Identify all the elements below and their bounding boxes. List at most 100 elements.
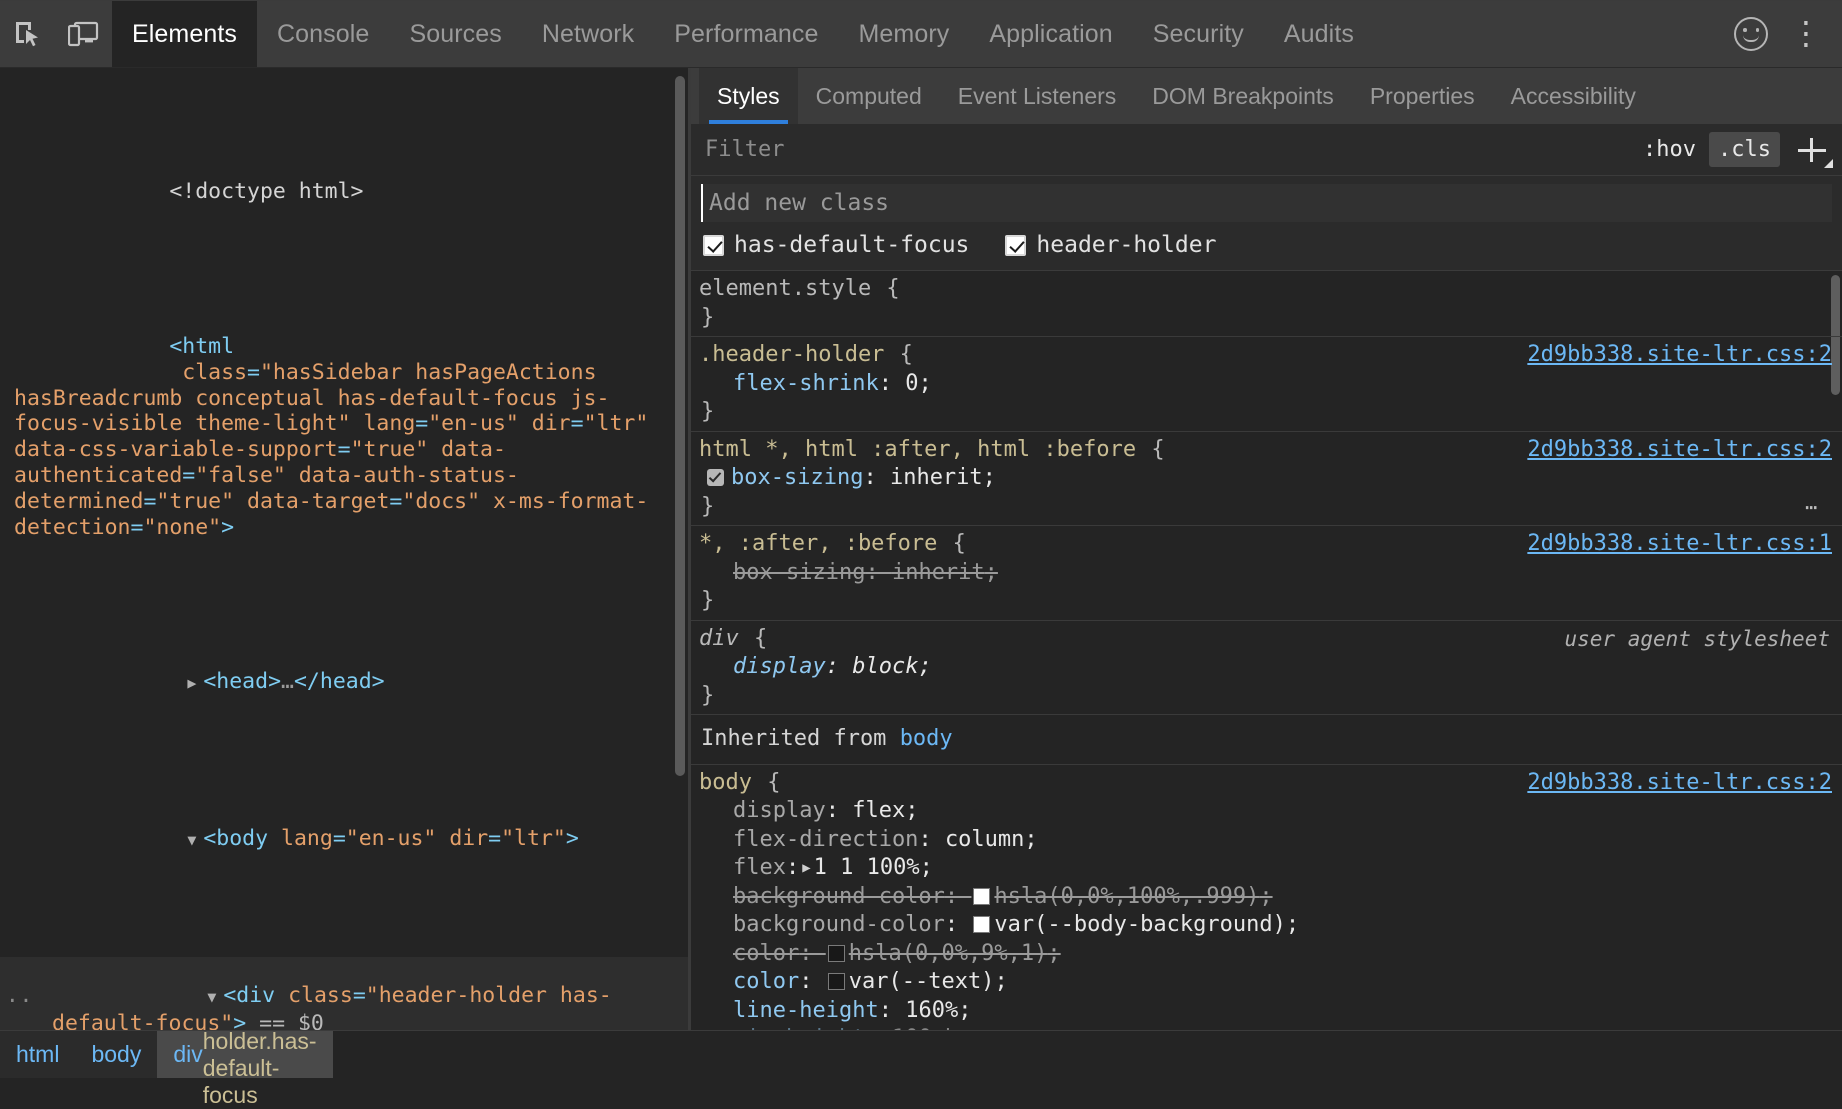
rule-selector[interactable]: .header-holder bbox=[699, 341, 884, 370]
tab-network[interactable]: Network bbox=[522, 1, 654, 67]
more-vertical-icon[interactable]: ⋮ bbox=[1790, 24, 1824, 43]
device-toolbar-icon[interactable] bbox=[56, 1, 112, 67]
rule-source-link[interactable]: 2d9bb338.site-ltr.css:1 bbox=[1527, 530, 1842, 559]
css-declaration[interactable]: flex:▶1 1 100%; bbox=[699, 854, 1842, 883]
inherited-element-link[interactable]: body bbox=[900, 726, 953, 751]
css-rule-element-style[interactable]: element.style { } bbox=[691, 271, 1842, 337]
chevron-down-icon[interactable] bbox=[207, 985, 223, 1011]
new-style-rule-button[interactable] bbox=[1790, 130, 1834, 170]
css-value[interactable]: 160% bbox=[905, 998, 958, 1023]
tab-audits[interactable]: Audits bbox=[1264, 1, 1374, 67]
css-value[interactable]: inherit bbox=[892, 560, 985, 585]
chevron-right-icon[interactable]: ▶ bbox=[799, 854, 813, 883]
rule-selector[interactable]: body bbox=[699, 769, 752, 798]
css-rule-html-universal[interactable]: html *, html :after, html :before { 2d9b… bbox=[691, 432, 1842, 527]
tab-event-listeners[interactable]: Event Listeners bbox=[940, 68, 1135, 124]
css-declaration-overridden[interactable]: color: hsla(0,0%,9%,1); bbox=[699, 940, 1842, 969]
css-property[interactable]: background-color bbox=[733, 912, 945, 937]
css-declaration[interactable]: color: var(--text); bbox=[699, 968, 1842, 997]
css-property[interactable]: flex bbox=[733, 855, 786, 880]
color-swatch[interactable] bbox=[973, 888, 990, 905]
smiley-icon[interactable] bbox=[1734, 17, 1768, 51]
tab-accessibility[interactable]: Accessibility bbox=[1493, 68, 1654, 124]
dom-tree-scroll[interactable]: <!doctype html> <html class="hasSidebar … bbox=[0, 68, 688, 1030]
styles-filter-input[interactable] bbox=[691, 136, 1634, 163]
dom-tree-scrollbar[interactable] bbox=[675, 76, 685, 776]
class-toggle-header-holder[interactable]: header-holder bbox=[1005, 232, 1216, 258]
css-property[interactable]: color bbox=[733, 969, 799, 994]
color-swatch[interactable] bbox=[828, 945, 845, 962]
css-declaration-overridden[interactable]: background-color: hsla(0,0%,100%,.999); bbox=[699, 883, 1842, 912]
css-value[interactable]: var(--body-background) bbox=[994, 912, 1285, 937]
css-declaration[interactable]: display: flex; bbox=[699, 797, 1842, 826]
rule-source-link[interactable]: 2d9bb338.site-ltr.css:2 bbox=[1527, 341, 1842, 370]
breadcrumb-item-html[interactable]: html bbox=[0, 1031, 75, 1078]
tab-styles[interactable]: Styles bbox=[699, 68, 798, 124]
tab-elements[interactable]: Elements bbox=[112, 1, 257, 67]
inspect-element-icon[interactable] bbox=[0, 1, 56, 67]
css-declaration[interactable]: line-height: 160%; bbox=[699, 997, 1842, 1026]
css-value[interactable]: var(--text) bbox=[849, 969, 995, 994]
force-state-button[interactable]: :hov bbox=[1634, 132, 1705, 167]
tab-application[interactable]: Application bbox=[969, 1, 1132, 67]
rule-selector[interactable]: html *, html :after, html :before bbox=[699, 436, 1136, 465]
css-property[interactable]: display bbox=[733, 798, 826, 823]
color-swatch[interactable] bbox=[828, 973, 845, 990]
tab-sources[interactable]: Sources bbox=[389, 1, 521, 67]
element-classes-button[interactable]: .cls bbox=[1709, 132, 1780, 167]
css-declaration[interactable]: background-color: var(--body-background)… bbox=[699, 911, 1842, 940]
css-declaration-clipped[interactable]: min-height: 100vh; bbox=[699, 1025, 1842, 1030]
breadcrumb-item-body[interactable]: body bbox=[75, 1031, 157, 1078]
css-declaration-overridden[interactable]: box-sizing: inherit; bbox=[699, 559, 1842, 588]
css-value[interactable]: inherit bbox=[890, 465, 983, 490]
rule-selector[interactable]: element.style bbox=[699, 275, 871, 304]
dom-node-header-holder[interactable]: ..<div class="header-holder has-default-… bbox=[0, 957, 688, 1030]
css-value[interactable]: 0 bbox=[905, 371, 918, 396]
css-declaration[interactable]: flex-shrink: 0; bbox=[699, 370, 1842, 399]
css-value[interactable]: hsla(0,0%,100%,.999) bbox=[994, 884, 1259, 909]
dom-node-head[interactable]: <head>…</head> bbox=[0, 644, 688, 723]
tab-properties[interactable]: Properties bbox=[1352, 68, 1493, 124]
css-value[interactable]: 100vh bbox=[892, 1026, 958, 1030]
tab-memory[interactable]: Memory bbox=[838, 1, 969, 67]
css-rule-body[interactable]: body { 2d9bb338.site-ltr.css:2 display: … bbox=[691, 765, 1842, 1031]
css-value[interactable]: 1 1 100% bbox=[814, 855, 920, 880]
chevron-right-icon[interactable] bbox=[187, 671, 203, 697]
css-value[interactable]: flex bbox=[852, 798, 905, 823]
add-new-class-input[interactable] bbox=[701, 184, 1832, 222]
tab-console[interactable]: Console bbox=[257, 1, 389, 67]
checkbox-icon[interactable] bbox=[703, 235, 724, 256]
css-value[interactable]: block bbox=[852, 654, 918, 679]
css-declaration[interactable]: box-sizing: inherit; bbox=[699, 464, 1842, 493]
css-property[interactable]: box-sizing bbox=[733, 560, 865, 585]
css-property[interactable]: background-color bbox=[733, 884, 945, 909]
css-property[interactable]: color bbox=[733, 941, 799, 966]
rule-selector[interactable]: *, :after, :before bbox=[699, 530, 937, 559]
css-property[interactable]: box-sizing bbox=[731, 465, 863, 490]
css-property[interactable]: display bbox=[733, 654, 826, 679]
tab-performance[interactable]: Performance bbox=[654, 1, 838, 67]
dom-node-body[interactable]: <body lang="en-us" dir="ltr"> bbox=[0, 800, 688, 879]
dom-node-doctype[interactable]: <!doctype html> bbox=[0, 153, 688, 230]
color-swatch[interactable] bbox=[973, 916, 990, 933]
css-property[interactable]: line-height bbox=[733, 998, 879, 1023]
checkbox-icon[interactable] bbox=[1005, 235, 1026, 256]
css-property[interactable]: flex-shrink bbox=[733, 371, 879, 396]
chevron-down-icon[interactable] bbox=[187, 828, 203, 854]
tab-computed[interactable]: Computed bbox=[798, 68, 940, 124]
css-value[interactable]: hsla(0,0%,9%,1) bbox=[849, 941, 1048, 966]
class-toggle-has-default-focus[interactable]: has-default-focus bbox=[703, 232, 969, 258]
more-horizontal-icon[interactable]: ⋯ bbox=[1805, 493, 1820, 522]
rule-selector[interactable]: div bbox=[699, 625, 739, 654]
css-rule-universal[interactable]: *, :after, :before { 2d9bb338.site-ltr.c… bbox=[691, 526, 1842, 621]
dom-node-html[interactable]: <html class="hasSidebar hasPageActions h… bbox=[0, 308, 688, 566]
tab-security[interactable]: Security bbox=[1133, 1, 1264, 67]
css-rule-header-holder[interactable]: .header-holder { 2d9bb338.site-ltr.css:2… bbox=[691, 337, 1842, 432]
css-property[interactable]: min-height bbox=[733, 1026, 865, 1030]
checkbox-icon[interactable] bbox=[707, 469, 724, 486]
css-declaration[interactable]: flex-direction: column; bbox=[699, 826, 1842, 855]
css-property[interactable]: flex-direction bbox=[733, 827, 918, 852]
css-declaration[interactable]: display: block; bbox=[699, 653, 1842, 682]
breadcrumb-item-header-holder[interactable]: div.header-holder.has-default-focus bbox=[157, 1031, 332, 1078]
rule-source-link[interactable]: 2d9bb338.site-ltr.css:2 bbox=[1527, 769, 1842, 798]
